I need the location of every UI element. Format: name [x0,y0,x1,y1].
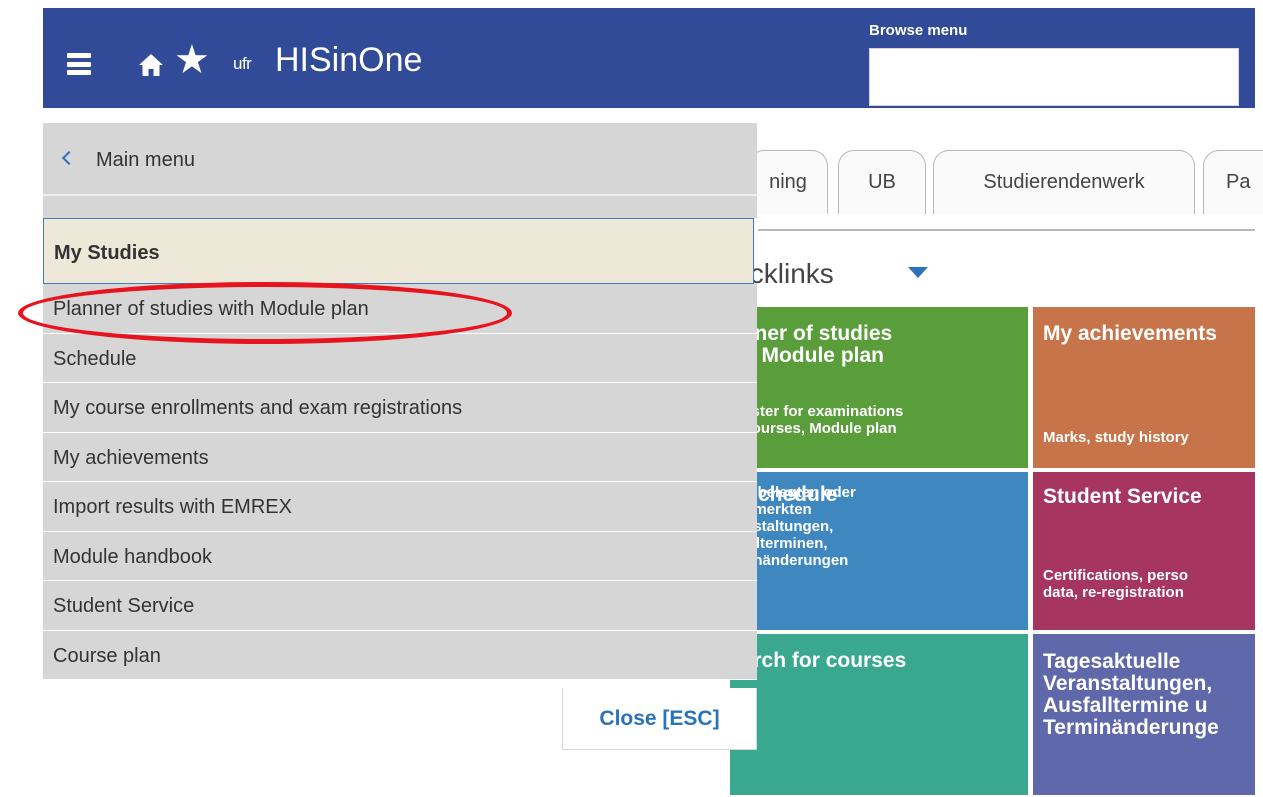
tab-ub[interactable]: UB [838,150,926,214]
menu-section-my-studies[interactable]: My Studies [43,218,754,284]
menu-section-title: My Studies [54,242,160,264]
highlight-annotation [18,282,512,344]
tab-studierendenwerk[interactable]: Studierendenwerk [933,150,1195,214]
tile-student-service-title: Student Service [1043,485,1202,508]
browse-menu-label: Browse menu [869,22,968,39]
hamburger-menu-icon[interactable] [67,53,91,75]
menu-item-course-plan[interactable]: Course plan [43,630,757,680]
tile-tagesaktuelle-title: Tagesaktuelle Veranstaltungen, Ausfallte… [1043,650,1219,739]
tile-tagesaktuelle[interactable]: Tagesaktuelle Veranstaltungen, Ausfallte… [1033,634,1255,795]
menu-spacer [43,196,757,218]
tile-achievements[interactable]: My achievements Marks, study history [1033,307,1255,468]
main-menu-back-button[interactable]: Main menu [43,123,757,196]
menu-item-achievements[interactable]: My achievements [43,432,757,482]
tab-ning[interactable]: ning [748,150,828,214]
tile-search-courses[interactable]: earch for courses [730,634,1028,795]
tab-divider [758,229,1255,231]
chevron-left-icon [61,150,77,166]
main-menu-back-label: Main menu [96,149,195,171]
app-title[interactable]: HISinOne [275,41,422,80]
tile-planner[interactable]: anner of studies ith Module plan egister… [730,307,1028,468]
tile-student-service[interactable]: Student Service Certifications, perso da… [1033,472,1255,630]
quicklinks-dropdown-icon[interactable] [908,267,928,278]
close-menu-button[interactable]: Close [ESC] [562,688,757,750]
menu-item-schedule[interactable]: Schedule [43,333,757,383]
favorites-star-icon[interactable]: ★ [174,40,210,80]
university-logo: ufr [233,54,252,73]
tile-achievements-title: My achievements [1043,322,1217,345]
home-icon[interactable] [138,52,164,78]
menu-item-student-service[interactable]: Student Service [43,581,757,631]
menu-item-module-handbook[interactable]: Module handbook [43,531,757,581]
tile-achievements-subtitle: Marks, study history [1043,429,1189,446]
tile-schedule[interactable]: chedule hre belegten oder rgemerkten ran… [730,472,1028,630]
tile-student-service-subtitle: Certifications, perso data, re-registrat… [1043,567,1189,601]
top-bar: ★ ufr HISinOne Browse menu [43,8,1255,108]
menu-item-list: Planner of studies with Module plan Sche… [43,284,757,680]
tab-pa[interactable]: Pa [1203,150,1263,214]
menu-item-enrollments[interactable]: My course enrollments and exam registrat… [43,383,757,433]
menu-item-emrex[interactable]: Import results with EMREX [43,482,757,532]
browse-menu-input[interactable] [869,48,1239,106]
